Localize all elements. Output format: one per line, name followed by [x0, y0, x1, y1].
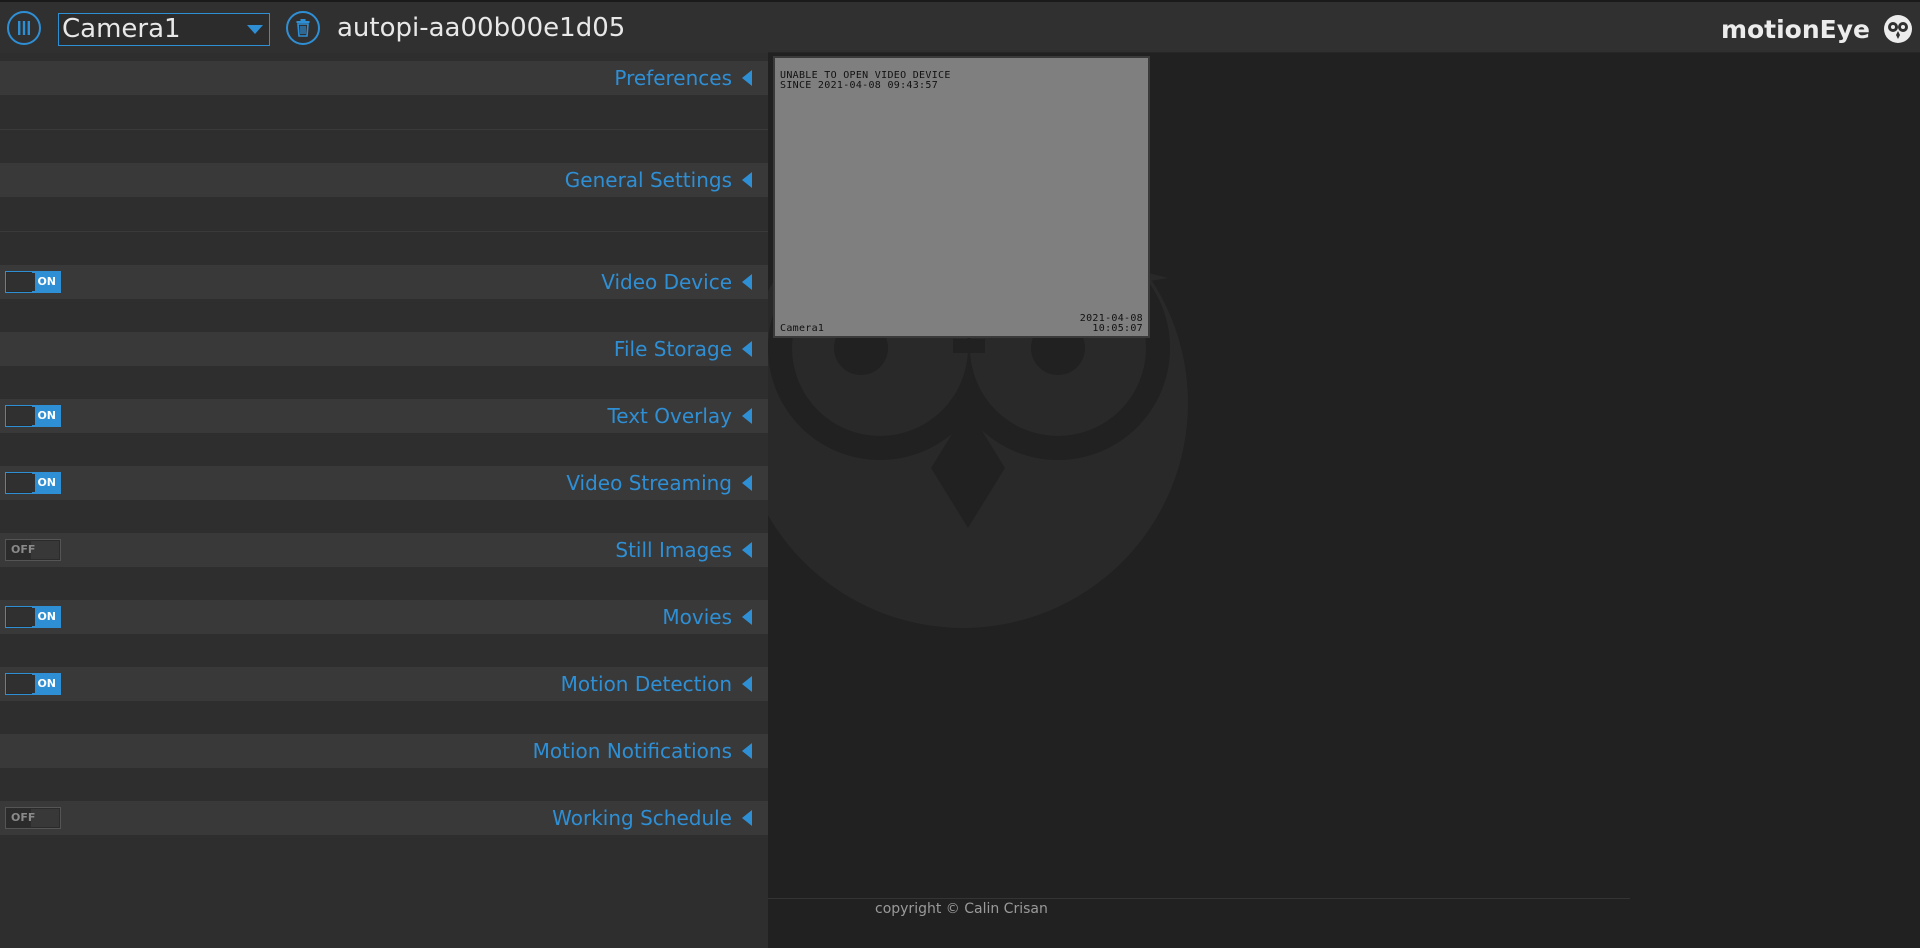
section-title: Text Overlay — [607, 404, 732, 428]
section-title: File Storage — [613, 337, 732, 361]
trash-icon — [296, 19, 310, 37]
section-title: General Settings — [564, 168, 732, 192]
triangle-left-icon[interactable] — [742, 609, 752, 625]
section-title: Working Schedule — [552, 806, 732, 830]
section-title: Video Streaming — [566, 471, 732, 495]
video-streaming-toggle[interactable]: ON — [5, 472, 61, 494]
camera-error-since: SINCE 2021-04-08 09:43:57 — [780, 80, 939, 91]
section-video-device[interactable]: ON Video Device — [0, 265, 768, 299]
toggle-state: ON — [37, 610, 56, 623]
triangle-left-icon[interactable] — [742, 475, 752, 491]
triangle-left-icon[interactable] — [742, 172, 752, 188]
remove-camera-button[interactable] — [286, 11, 320, 45]
settings-header: Camera1 autopi-aa00b00e1d05 — [0, 0, 768, 53]
caret-down-icon — [247, 25, 263, 34]
section-working-schedule[interactable]: OFF Working Schedule — [0, 801, 768, 835]
main-header: motionEye — [768, 0, 1920, 53]
section-title: Still Images — [615, 538, 732, 562]
section-title: Video Device — [601, 270, 732, 294]
footer-divider — [768, 898, 1630, 899]
columns-icon — [18, 21, 30, 35]
brand-title: motionEye — [1720, 15, 1870, 44]
triangle-left-icon[interactable] — [742, 542, 752, 558]
camera-select-value: Camera1 — [62, 14, 181, 44]
section-motion-detection[interactable]: ON Motion Detection — [0, 667, 768, 701]
section-still-images[interactable]: OFF Still Images — [0, 533, 768, 567]
toggle-state: OFF — [11, 811, 36, 824]
section-video-streaming[interactable]: ON Video Streaming — [0, 466, 768, 500]
text-overlay-toggle[interactable]: ON — [5, 405, 61, 427]
section-title: Movies — [662, 605, 732, 629]
section-general-settings[interactable]: General Settings — [0, 163, 768, 197]
toggle-state: ON — [37, 476, 56, 489]
triangle-left-icon[interactable] — [742, 810, 752, 826]
owl-icon — [1884, 15, 1912, 43]
settings-panel: Preferences General Settings ON Video De… — [0, 53, 768, 948]
triangle-left-icon[interactable] — [742, 341, 752, 357]
section-movies[interactable]: ON Movies — [0, 600, 768, 634]
toggle-state: OFF — [11, 543, 36, 556]
toggle-settings-button[interactable] — [7, 11, 41, 45]
still-images-toggle[interactable]: OFF — [5, 539, 61, 561]
copyright-text: copyright © Calin Crisan — [875, 901, 1048, 917]
triangle-left-icon[interactable] — [742, 743, 752, 759]
motion-detection-toggle[interactable]: ON — [5, 673, 61, 695]
section-preferences[interactable]: Preferences — [0, 61, 768, 95]
triangle-left-icon[interactable] — [742, 70, 752, 86]
triangle-left-icon[interactable] — [742, 408, 752, 424]
camera-name-overlay: Camera1 — [780, 323, 825, 334]
video-device-toggle[interactable]: ON — [5, 271, 61, 293]
hostname: autopi-aa00b00e1d05 — [337, 13, 626, 43]
divider — [0, 129, 768, 130]
section-title: Motion Detection — [560, 672, 732, 696]
movies-toggle[interactable]: ON — [5, 606, 61, 628]
triangle-left-icon[interactable] — [742, 274, 752, 290]
working-schedule-toggle[interactable]: OFF — [5, 807, 61, 829]
camera-frame[interactable]: UNABLE TO OPEN VIDEO DEVICE SINCE 2021-0… — [773, 56, 1150, 338]
section-motion-notifications[interactable]: Motion Notifications — [0, 734, 768, 768]
toggle-state: ON — [37, 677, 56, 690]
section-title: Preferences — [614, 66, 732, 90]
toggle-state: ON — [37, 409, 56, 422]
triangle-left-icon[interactable] — [742, 676, 752, 692]
camera-select[interactable]: Camera1 — [58, 13, 270, 46]
toggle-state: ON — [37, 275, 56, 288]
divider — [0, 231, 768, 232]
section-file-storage[interactable]: File Storage — [0, 332, 768, 366]
section-title: Motion Notifications — [532, 739, 732, 763]
camera-time-overlay: 10:05:07 — [1092, 323, 1143, 334]
section-text-overlay[interactable]: ON Text Overlay — [0, 399, 768, 433]
